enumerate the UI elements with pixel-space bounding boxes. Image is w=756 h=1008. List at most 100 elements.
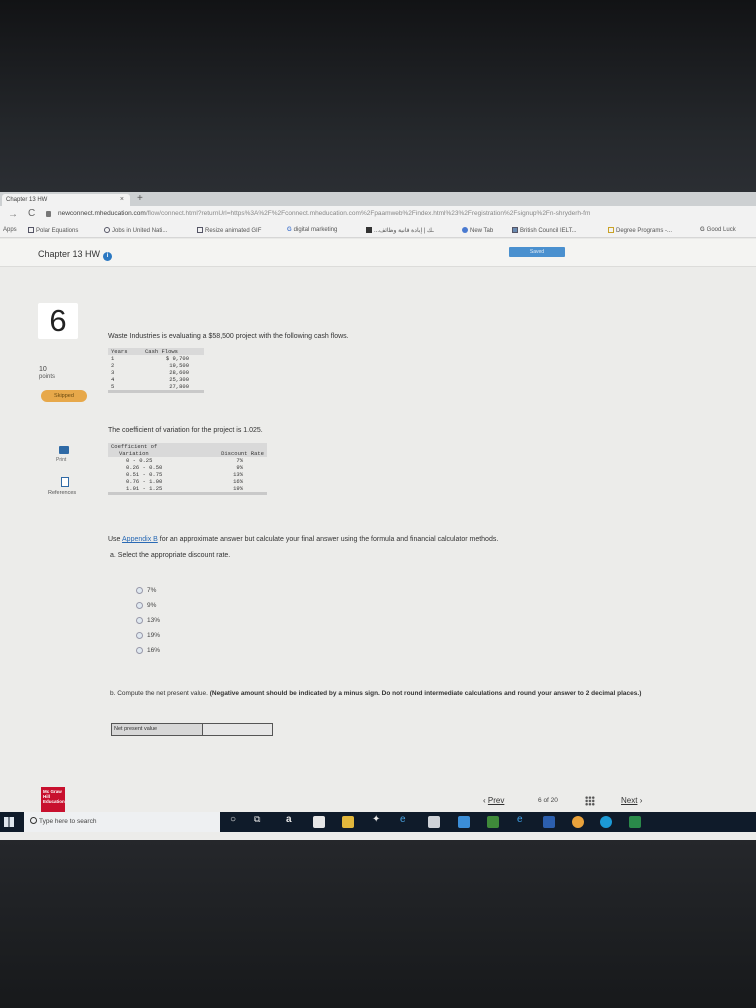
radio-button[interactable] (136, 632, 143, 639)
bookmark-jobs[interactable]: Jobs in United Nati... (104, 227, 167, 234)
screen: Chapter 13 HW × + → C newconnect.mheduca… (0, 192, 756, 840)
file-explorer-icon[interactable] (342, 816, 354, 828)
page-icon (608, 227, 614, 233)
chrome-icon[interactable] (572, 816, 584, 828)
radio-button[interactable] (136, 617, 143, 624)
skype-icon[interactable] (600, 816, 612, 828)
radio-button[interactable] (136, 587, 143, 594)
mail-icon[interactable] (458, 816, 470, 828)
col-header-cash-flows: Cash Flows (141, 348, 204, 355)
bookmark-british-council[interactable]: British Council IELT... (512, 227, 577, 234)
points-value: 10 (39, 366, 47, 373)
question-sidebar: 6 10 points Skipped Print References (0, 268, 90, 788)
url-path: /flow/connect.html?returnUrl=https%3A%2F… (145, 210, 591, 217)
bookmark-degree-programs[interactable]: Degree Programs -... (608, 227, 672, 234)
instructions-prefix: Use (108, 536, 123, 543)
grid-icon[interactable] (585, 796, 595, 806)
option-13[interactable]: 13% (136, 613, 160, 628)
cortana-icon[interactable]: ○ (230, 814, 236, 825)
cash-flow-table-container: Years Cash Flows 1 $ 9,700 2 19,500 3 28,60… (108, 348, 204, 393)
monitor-bezel-bottom (0, 840, 756, 1008)
store-icon[interactable] (313, 816, 325, 828)
status-badge: Skipped (41, 390, 87, 402)
browser-tab[interactable]: Chapter 13 HW × (2, 194, 130, 206)
new-tab-button[interactable]: + (137, 193, 143, 205)
page-current: 6 (538, 797, 542, 804)
npv-input[interactable] (202, 724, 272, 735)
bookmark-label: digital marketing (293, 227, 338, 233)
next-button[interactable]: Next › (621, 796, 642, 805)
instructions-text: Use Appendix B for an approximate answer… (108, 536, 498, 543)
chapter-title: Chapter 13 HW i (38, 249, 113, 261)
bookmark-resize-gif[interactable]: Resize animated GIF (197, 227, 261, 234)
bookmark-apps[interactable]: Apps (3, 227, 17, 233)
discount-rate-table: Coefficient of Variation Discount Rate 0 … (108, 443, 267, 492)
radio-button[interactable] (136, 647, 143, 654)
google-icon: G (700, 227, 705, 233)
forward-icon[interactable]: → (8, 209, 18, 220)
table-row: 4 25,300 (108, 376, 204, 383)
prev-label: Prev (487, 796, 505, 805)
reload-icon[interactable]: C (28, 208, 35, 219)
prev-button[interactable]: ‹ Prev (483, 796, 504, 805)
bookmark-digital-marketing[interactable]: Gdigital marketing (287, 227, 337, 233)
question-number: 6 (38, 303, 78, 339)
chevron-right-icon: › (639, 796, 643, 805)
col-header-cv-line1: Coefficient of (111, 443, 158, 450)
gif-icon (197, 227, 203, 233)
year-cell: 4 (108, 376, 142, 383)
bookmark-label: New Tab (470, 228, 494, 234)
radio-button[interactable] (136, 602, 143, 609)
monitor-bezel-top (0, 0, 756, 192)
option-16[interactable]: 16% (136, 643, 160, 658)
question-content: Waste Industries is evaluating a $58,500… (107, 268, 707, 788)
page-icon (28, 227, 34, 233)
cv-range-cell: 0.76 - 1.00 (126, 478, 163, 485)
part-b-note: (Negative amount should be indicated by … (209, 690, 642, 697)
npv-label: Net present value (112, 724, 202, 735)
tab-title: Chapter 13 HW (6, 197, 48, 203)
npv-answer-row: Net present value (111, 723, 273, 736)
references-icon[interactable] (61, 477, 69, 487)
dropbox-icon[interactable]: ✦ (372, 814, 380, 825)
edge-icon[interactable]: e (400, 814, 406, 825)
bookmark-arabic-jobs[interactable]: ...ـك | إبادة قانية وظائف (366, 227, 434, 234)
close-tab-icon[interactable]: × (120, 194, 124, 206)
table-row: 0.26 - 0.50 9% (108, 464, 267, 471)
col-header-cv-line2: Variation (119, 450, 149, 457)
bookmark-label: Polar Equations (36, 228, 79, 234)
discount-rate-options: 7% 9% 13% 19% 16% (136, 583, 160, 658)
windows-start-icon[interactable] (4, 817, 14, 827)
table-row: 0.51 - 0.75 13% (108, 471, 267, 478)
bookmark-good-luck[interactable]: G Good Luck (700, 227, 736, 233)
points-label: points (39, 374, 56, 380)
option-7[interactable]: 7% (136, 583, 160, 598)
print-icon[interactable] (59, 446, 69, 454)
rate-cell: 9% (236, 464, 243, 471)
cash-flow-cell: $ 9,700 (141, 355, 204, 362)
tripadvisor-icon[interactable] (487, 816, 499, 828)
references-label[interactable]: References (48, 490, 76, 496)
cash-flow-cell: 27,800 (141, 383, 204, 390)
excel-icon[interactable] (629, 816, 641, 828)
cv-range-cell: 0.51 - 0.75 (126, 471, 163, 478)
option-label: 19% (147, 632, 161, 639)
calculator-icon[interactable] (428, 816, 440, 828)
ie-icon[interactable]: e (517, 814, 523, 825)
bookmark-new-tab[interactable]: New Tab (462, 227, 493, 234)
bookmark-label: ...ـك | إبادة قانية وظائف (374, 228, 434, 234)
print-label[interactable]: Print (56, 457, 66, 463)
word-icon[interactable] (543, 816, 555, 828)
amazon-icon[interactable]: a (286, 814, 292, 825)
table-row: 2 19,500 (108, 362, 204, 369)
taskbar-search[interactable]: Type here to search (24, 812, 220, 832)
year-cell: 5 (108, 383, 142, 390)
info-icon[interactable]: i (103, 252, 113, 261)
url-field[interactable]: newconnect.mheducation.com/flow/connect.… (58, 210, 590, 217)
option-19[interactable]: 19% (136, 628, 160, 643)
appendix-link[interactable]: Appendix B (122, 536, 158, 543)
option-9[interactable]: 9% (136, 598, 160, 613)
table-row: 5 27,800 (108, 383, 204, 390)
bookmark-polar-equations[interactable]: Polar Equations (28, 227, 78, 234)
task-view-icon[interactable]: ⧉ (254, 814, 260, 825)
